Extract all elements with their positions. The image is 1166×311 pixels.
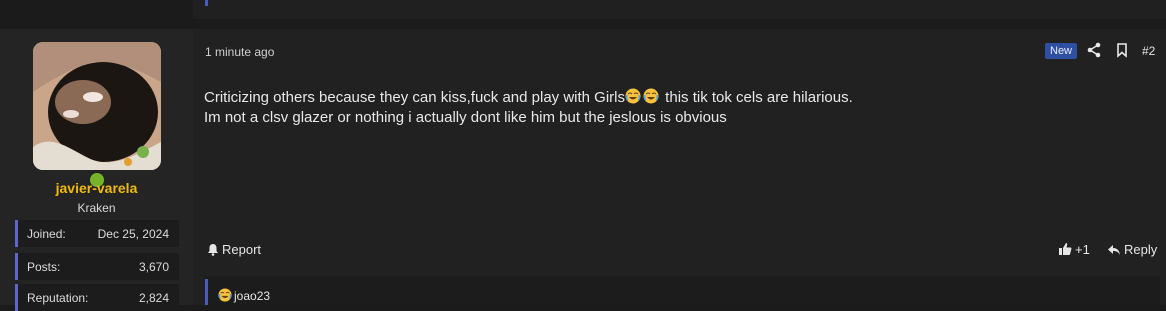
reactions-accent-bar: [205, 279, 208, 305]
avatar[interactable]: [33, 42, 161, 170]
content-text: Criticizing others because they can kiss…: [204, 89, 626, 106]
stat-reputation: Reputation: 2,824: [15, 284, 179, 311]
username[interactable]: javier-varela: [0, 180, 193, 196]
previous-quote-bar: [205, 0, 208, 6]
new-badge: New: [1045, 43, 1078, 59]
joy-emoji-icon: [643, 88, 659, 104]
share-icon[interactable]: [1086, 42, 1102, 58]
joy-emoji-icon: [625, 88, 641, 104]
content-line-1: Criticizing others because they can kiss…: [204, 88, 1144, 108]
stat-value: 3,670: [138, 260, 169, 274]
user-info-panel: javier-varela Kraken Joined: Dec 25, 202…: [0, 29, 193, 311]
post-timestamp[interactable]: 1 minute ago: [205, 45, 274, 59]
thumbs-up-icon: [1059, 243, 1072, 255]
post-number[interactable]: #2: [1142, 44, 1155, 58]
reactions-bar[interactable]: [205, 276, 1160, 305]
avatar-image: [33, 42, 161, 170]
post-content: Criticizing others because they can kiss…: [204, 88, 1144, 128]
reply-icon: [1108, 245, 1120, 255]
report-button[interactable]: Report: [207, 242, 261, 257]
report-label: Report: [222, 242, 262, 257]
joy-emoji-icon: [218, 288, 232, 302]
stat-label: Reputation:: [27, 291, 89, 305]
previous-post-body: [193, 0, 1166, 19]
content-line-2: Im not a clsv glazer or nothing i actual…: [204, 109, 727, 126]
stat-posts: Posts: 3,670: [15, 253, 179, 280]
reaction-user[interactable]: joao23: [234, 289, 270, 303]
stat-joined: Joined: Dec 25, 2024: [15, 220, 179, 247]
stat-label: Joined:: [27, 227, 66, 241]
bookmark-icon[interactable]: [1114, 42, 1130, 58]
content-text: this tik tok cels are hilarious.: [661, 89, 853, 106]
previous-post: [0, 0, 1166, 20]
like-count: +1: [1075, 242, 1090, 257]
user-title: Kraken: [77, 201, 116, 215]
stat-label: Posts:: [27, 260, 61, 274]
post-main: 1 minute ago New #2 Criticizing others b…: [193, 29, 1166, 305]
like-button[interactable]: +1: [1058, 242, 1090, 257]
stat-value: 2,824: [138, 291, 169, 305]
reply-button[interactable]: Reply: [1107, 242, 1157, 257]
bell-icon: [208, 244, 218, 256]
avatar-wrapper[interactable]: [33, 42, 161, 189]
forum-post: javier-varela Kraken Joined: Dec 25, 202…: [0, 29, 1166, 311]
stat-value: Dec 25, 2024: [97, 227, 169, 241]
reactions-summary[interactable]: joao23: [218, 288, 270, 303]
reply-label: Reply: [1124, 242, 1158, 257]
